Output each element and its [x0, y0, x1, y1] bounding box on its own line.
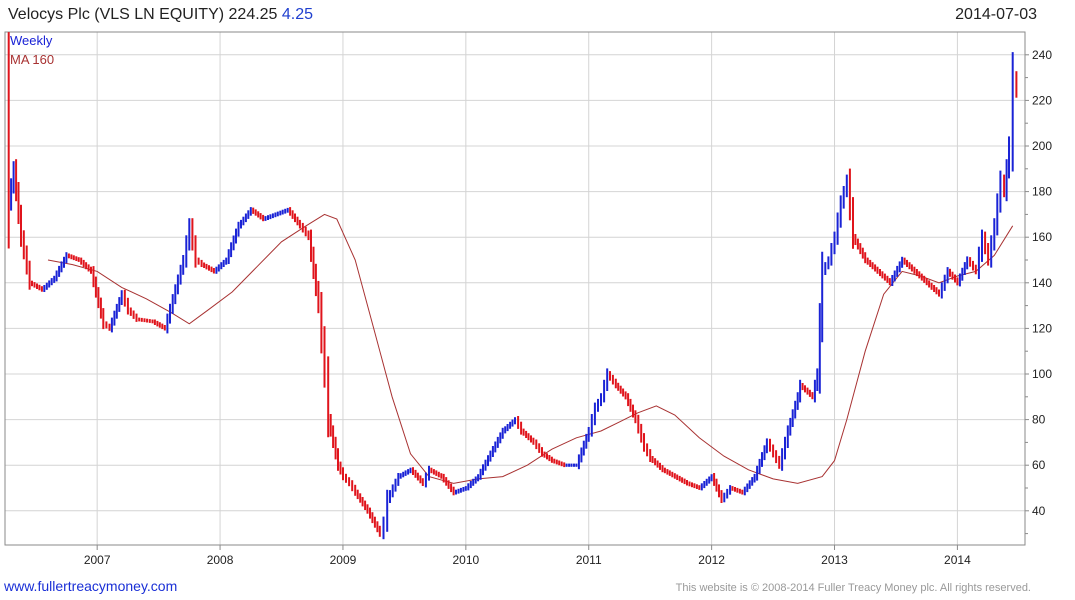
y-tick-label: 100 — [1032, 367, 1052, 381]
legend-ma: MA 160 — [10, 52, 54, 67]
site-link[interactable]: www.fullertreacymoney.com — [4, 578, 177, 594]
x-axis: 2007 2008 2009 2010 2011 2012 2013 2014 — [84, 545, 971, 567]
x-tick-label: 2009 — [330, 553, 357, 567]
x-tick-label: 2008 — [207, 553, 234, 567]
x-tick-label: 2010 — [452, 553, 479, 567]
y-tick-label: 180 — [1032, 185, 1052, 199]
x-tick-label: 2007 — [84, 553, 111, 567]
x-tick-label: 2012 — [698, 553, 725, 567]
x-tick-label: 2011 — [576, 553, 602, 567]
y-tick-label: 220 — [1032, 93, 1052, 107]
y-tick-label: 60 — [1032, 458, 1046, 472]
y-axis: 40 60 80 100 120 140 160 180 200 220 240 — [1025, 48, 1052, 535]
x-tick-label: 2014 — [944, 553, 971, 567]
x-tick-label: 2013 — [821, 553, 848, 567]
ma-line — [47, 213, 1014, 484]
y-tick-label: 40 — [1032, 504, 1046, 518]
y-tick-label: 160 — [1032, 230, 1052, 244]
plot-frame — [4, 31, 1026, 546]
y-tick-label: 140 — [1032, 276, 1052, 290]
price-chart: 2007 2008 2009 2010 2011 2012 2013 2014 40 60 80 1… — [4, 31, 1052, 567]
ma-series — [47, 213, 1014, 484]
y-tick-label: 80 — [1032, 413, 1046, 427]
y-tick-label: 120 — [1032, 321, 1052, 335]
y-tick-label: 240 — [1032, 48, 1052, 62]
y-tick-label: 200 — [1032, 139, 1052, 153]
price-series — [7, 32, 1018, 540]
legend-weekly: Weekly — [10, 33, 53, 48]
copyright-notice: This website is © 2008-2014 Fuller Treac… — [675, 582, 1031, 594]
gridlines — [5, 32, 1025, 545]
